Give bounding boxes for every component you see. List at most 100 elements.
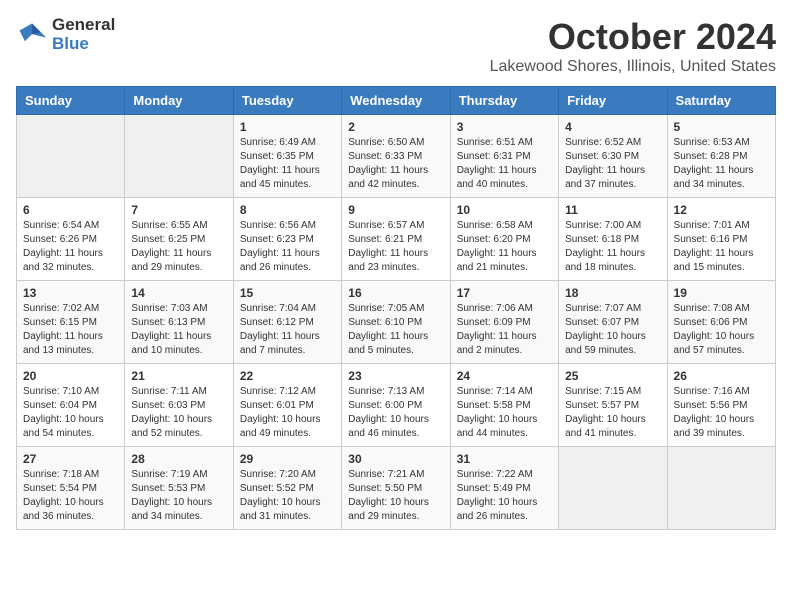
calendar-cell: 30 Sunrise: 7:21 AMSunset: 5:50 PMDayligh…: [342, 447, 450, 530]
title-block: October 2024 Lakewood Shores, Illinois, …: [490, 16, 776, 76]
day-number: 13: [23, 286, 118, 300]
day-info: Sunrise: 7:10 AMSunset: 6:04 PMDaylight:…: [23, 385, 118, 441]
calendar-cell: 3 Sunrise: 6:51 AMSunset: 6:31 PMDaylight…: [450, 115, 558, 198]
location-title: Lakewood Shores, Illinois, United States: [490, 58, 776, 76]
day-number: 14: [131, 286, 226, 300]
day-info: Sunrise: 7:21 AMSunset: 5:50 PMDaylight:…: [348, 468, 443, 524]
calendar-cell: 14 Sunrise: 7:03 AMSunset: 6:13 PMDayligh…: [125, 281, 233, 364]
day-info: Sunrise: 6:53 AMSunset: 6:28 PMDaylight:…: [674, 136, 769, 192]
calendar-cell: 4 Sunrise: 6:52 AMSunset: 6:30 PMDaylight…: [559, 115, 667, 198]
calendar-cell: 21 Sunrise: 7:11 AMSunset: 6:03 PMDayligh…: [125, 364, 233, 447]
header-wednesday: Wednesday: [342, 87, 450, 115]
day-info: Sunrise: 7:04 AMSunset: 6:12 PMDaylight:…: [240, 302, 335, 358]
day-info: Sunrise: 7:02 AMSunset: 6:15 PMDaylight:…: [23, 302, 118, 358]
day-info: Sunrise: 7:20 AMSunset: 5:52 PMDaylight:…: [240, 468, 335, 524]
day-info: Sunrise: 7:12 AMSunset: 6:01 PMDaylight:…: [240, 385, 335, 441]
day-number: 21: [131, 369, 226, 383]
calendar-cell: 13 Sunrise: 7:02 AMSunset: 6:15 PMDayligh…: [17, 281, 125, 364]
page-header: General Blue October 2024 Lakewood Shore…: [16, 16, 776, 76]
logo-icon: [16, 21, 48, 49]
month-title: October 2024: [490, 16, 776, 58]
day-info: Sunrise: 6:57 AMSunset: 6:21 PMDaylight:…: [348, 219, 443, 275]
header-monday: Monday: [125, 87, 233, 115]
calendar-cell: [17, 115, 125, 198]
day-info: Sunrise: 7:16 AMSunset: 5:56 PMDaylight:…: [674, 385, 769, 441]
day-number: 16: [348, 286, 443, 300]
day-number: 18: [565, 286, 660, 300]
calendar-cell: 31 Sunrise: 7:22 AMSunset: 5:49 PMDayligh…: [450, 447, 558, 530]
logo: General Blue: [16, 16, 115, 53]
day-number: 23: [348, 369, 443, 383]
day-number: 12: [674, 203, 769, 217]
day-info: Sunrise: 7:03 AMSunset: 6:13 PMDaylight:…: [131, 302, 226, 358]
day-info: Sunrise: 6:56 AMSunset: 6:23 PMDaylight:…: [240, 219, 335, 275]
logo-line1: General: [52, 16, 115, 35]
header-tuesday: Tuesday: [233, 87, 341, 115]
logo-line2: Blue: [52, 35, 115, 54]
day-info: Sunrise: 7:07 AMSunset: 6:07 PMDaylight:…: [565, 302, 660, 358]
calendar-cell: 20 Sunrise: 7:10 AMSunset: 6:04 PMDayligh…: [17, 364, 125, 447]
day-info: Sunrise: 7:08 AMSunset: 6:06 PMDaylight:…: [674, 302, 769, 358]
day-info: Sunrise: 7:22 AMSunset: 5:49 PMDaylight:…: [457, 468, 552, 524]
day-info: Sunrise: 7:15 AMSunset: 5:57 PMDaylight:…: [565, 385, 660, 441]
header-thursday: Thursday: [450, 87, 558, 115]
day-number: 10: [457, 203, 552, 217]
calendar-cell: [125, 115, 233, 198]
day-info: Sunrise: 7:05 AMSunset: 6:10 PMDaylight:…: [348, 302, 443, 358]
calendar-cell: 8 Sunrise: 6:56 AMSunset: 6:23 PMDaylight…: [233, 198, 341, 281]
day-info: Sunrise: 6:50 AMSunset: 6:33 PMDaylight:…: [348, 136, 443, 192]
calendar-cell: 23Sunrise: 7:13 AMSunset: 6:00 PMDayligh…: [342, 364, 450, 447]
day-info: Sunrise: 6:54 AMSunset: 6:26 PMDaylight:…: [23, 219, 118, 275]
calendar-cell: 28 Sunrise: 7:19 AMSunset: 5:53 PMDayligh…: [125, 447, 233, 530]
day-info: Sunrise: 7:06 AMSunset: 6:09 PMDaylight:…: [457, 302, 552, 358]
day-number: 15: [240, 286, 335, 300]
day-info: Sunrise: 6:49 AMSunset: 6:35 PMDaylight:…: [240, 136, 335, 192]
calendar-cell: 29 Sunrise: 7:20 AMSunset: 5:52 PMDayligh…: [233, 447, 341, 530]
day-number: 19: [674, 286, 769, 300]
calendar-cell: 26Sunrise: 7:16 AMSunset: 5:56 PMDayligh…: [667, 364, 775, 447]
day-info: Sunrise: 7:19 AMSunset: 5:53 PMDaylight:…: [131, 468, 226, 524]
calendar-cell: 7Sunrise: 6:55 AMSunset: 6:25 PMDaylight…: [125, 198, 233, 281]
calendar-cell: 5 Sunrise: 6:53 AMSunset: 6:28 PMDaylight…: [667, 115, 775, 198]
day-info: Sunrise: 6:51 AMSunset: 6:31 PMDaylight:…: [457, 136, 552, 192]
day-number: 31: [457, 452, 552, 466]
calendar-cell: 19 Sunrise: 7:08 AMSunset: 6:06 PMDayligh…: [667, 281, 775, 364]
day-number: 1: [240, 120, 335, 134]
day-info: Sunrise: 7:11 AMSunset: 6:03 PMDaylight:…: [131, 385, 226, 441]
day-number: 9: [348, 203, 443, 217]
day-number: 22: [240, 369, 335, 383]
calendar-header: SundayMondayTuesdayWednesdayThursdayFrid…: [17, 87, 776, 115]
day-number: 24: [457, 369, 552, 383]
calendar-cell: 12Sunrise: 7:01 AMSunset: 6:16 PMDayligh…: [667, 198, 775, 281]
day-info: Sunrise: 7:18 AMSunset: 5:54 PMDaylight:…: [23, 468, 118, 524]
day-info: Sunrise: 6:52 AMSunset: 6:30 PMDaylight:…: [565, 136, 660, 192]
day-info: Sunrise: 7:14 AMSunset: 5:58 PMDaylight:…: [457, 385, 552, 441]
calendar-cell: 25 Sunrise: 7:15 AMSunset: 5:57 PMDayligh…: [559, 364, 667, 447]
calendar-cell: 22 Sunrise: 7:12 AMSunset: 6:01 PMDayligh…: [233, 364, 341, 447]
day-number: 3: [457, 120, 552, 134]
day-number: 11: [565, 203, 660, 217]
day-number: 4: [565, 120, 660, 134]
day-number: 2: [348, 120, 443, 134]
day-info: Sunrise: 6:58 AMSunset: 6:20 PMDaylight:…: [457, 219, 552, 275]
day-number: 28: [131, 452, 226, 466]
calendar-cell: 9 Sunrise: 6:57 AMSunset: 6:21 PMDaylight…: [342, 198, 450, 281]
day-number: 29: [240, 452, 335, 466]
day-number: 6: [23, 203, 118, 217]
header-saturday: Saturday: [667, 87, 775, 115]
calendar-cell: 6 Sunrise: 6:54 AMSunset: 6:26 PMDaylight…: [17, 198, 125, 281]
calendar-table: SundayMondayTuesdayWednesdayThursdayFrid…: [16, 86, 776, 530]
calendar-cell: 2 Sunrise: 6:50 AMSunset: 6:33 PMDaylight…: [342, 115, 450, 198]
calendar-cell: 11 Sunrise: 7:00 AMSunset: 6:18 PMDayligh…: [559, 198, 667, 281]
day-number: 8: [240, 203, 335, 217]
calendar-body: 1 Sunrise: 6:49 AMSunset: 6:35 PMDaylight…: [17, 115, 776, 530]
day-number: 20: [23, 369, 118, 383]
day-number: 25: [565, 369, 660, 383]
day-number: 5: [674, 120, 769, 134]
day-number: 30: [348, 452, 443, 466]
calendar-cell: 17 Sunrise: 7:06 AMSunset: 6:09 PMDayligh…: [450, 281, 558, 364]
calendar-cell: 18 Sunrise: 7:07 AMSunset: 6:07 PMDayligh…: [559, 281, 667, 364]
calendar-cell: [559, 447, 667, 530]
day-info: Sunrise: 7:00 AMSunset: 6:18 PMDaylight:…: [565, 219, 660, 275]
day-number: 17: [457, 286, 552, 300]
